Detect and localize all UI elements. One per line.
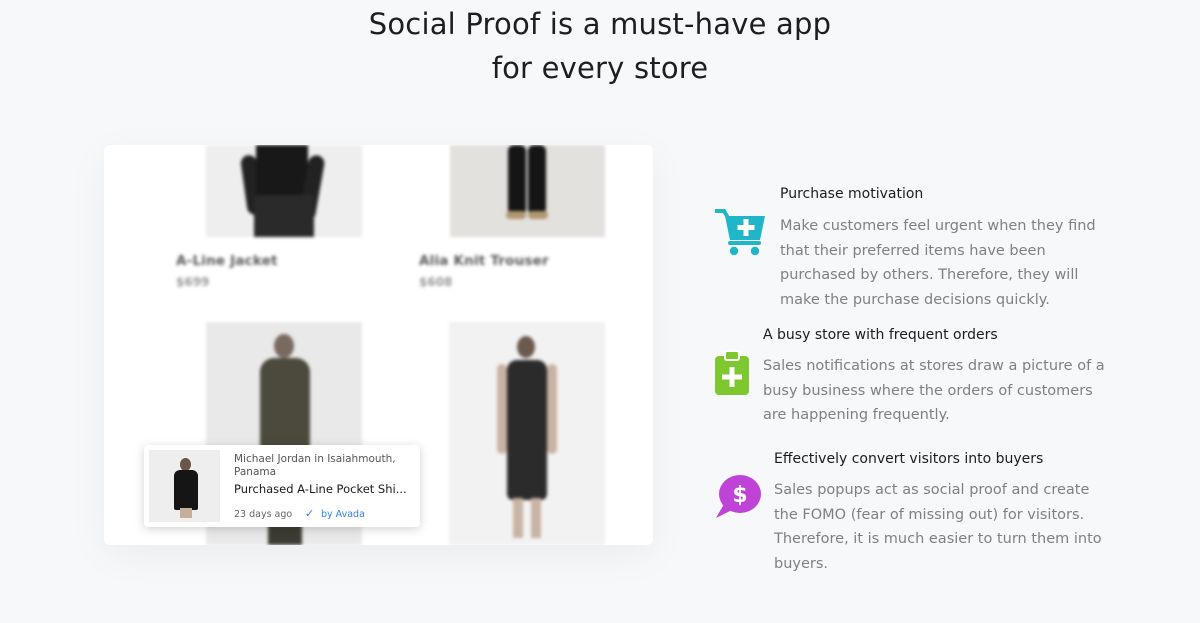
- svg-text:$: $: [732, 483, 747, 508]
- feature-description: Make customers feel urgent when they fin…: [780, 218, 1096, 308]
- feature-title: Effectively convert visitors into buyers: [774, 451, 1044, 467]
- popup-brand-link[interactable]: by Avada: [321, 509, 365, 520]
- headline-line-1: Social Proof is a must-have app: [368, 7, 832, 41]
- product-name: Alia Knit Trouser: [419, 253, 549, 269]
- feature-title: A busy store with frequent orders: [763, 327, 998, 343]
- popup-product-thumbnail: [149, 450, 220, 522]
- dollar-chat-icon: $: [716, 475, 761, 518]
- store-preview-card: A-Line Jacket $699 Alia Knit Trouser $60…: [104, 145, 653, 545]
- product-price: $699: [176, 275, 210, 289]
- cart-plus-icon: [715, 209, 765, 256]
- sales-notification-popup[interactable]: Michael Jordan in Isaiahmouth, Panama Pu…: [144, 445, 420, 527]
- check-icon: ✓: [305, 507, 315, 520]
- product-image-dress: [449, 322, 605, 545]
- product-image-jacket: [206, 145, 362, 237]
- clipboard-plus-icon: [715, 350, 749, 395]
- product-name: A-Line Jacket: [176, 253, 278, 269]
- headline-line-2: for every store: [491, 51, 709, 85]
- feature-description: Sales notifications at stores draw a pic…: [763, 358, 1105, 423]
- popup-product-name[interactable]: Purchased A-Line Pocket Shi...: [234, 482, 412, 496]
- section-headline: Social Proof is a must-have app for ever…: [0, 2, 1200, 90]
- product-image-trouser: [450, 145, 605, 237]
- feature-title: Purchase motivation: [780, 186, 924, 202]
- popup-time-ago: 23 days ago: [234, 509, 293, 520]
- feature-description: Sales popups act as social proof and cre…: [774, 482, 1102, 572]
- product-price: $608: [419, 275, 453, 289]
- popup-customer-location: Michael Jordan in Isaiahmouth, Panama: [234, 453, 396, 478]
